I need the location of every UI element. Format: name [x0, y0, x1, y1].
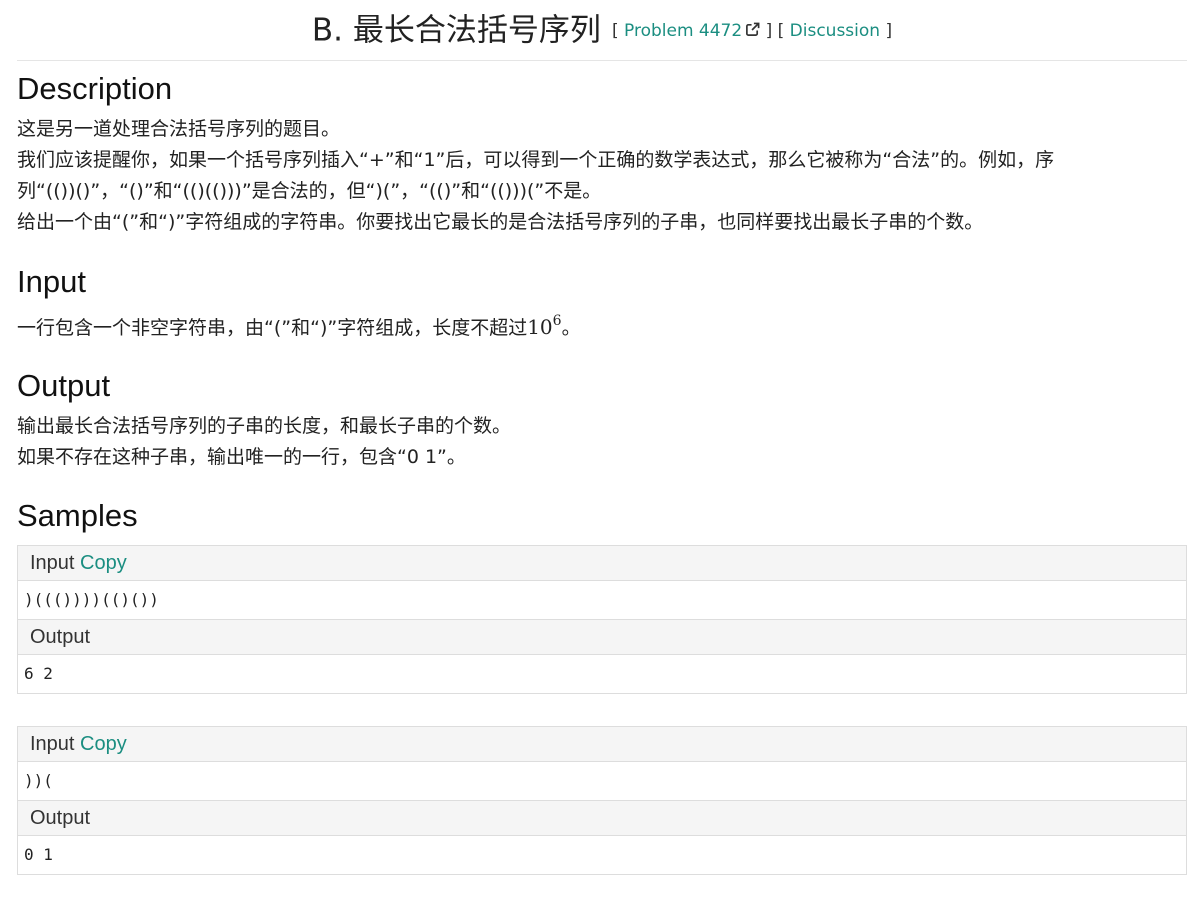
- input-text: 一行包含一个非空字符串，由“(”和“)”字符组成，长度不超过: [17, 317, 528, 339]
- samples-heading: Samples: [17, 498, 138, 533]
- output-line: 输出最长合法括号序列的子串的长度，和最长子串的个数。: [17, 415, 512, 437]
- sample-input-label: Input: [30, 552, 75, 574]
- external-link-icon: [746, 22, 760, 36]
- sample-output-header: Output: [18, 619, 1186, 655]
- sample-output: 0 1: [24, 845, 53, 864]
- input-text-end: 。: [561, 317, 581, 339]
- bracket-open: [: [611, 20, 619, 41]
- description-body: 这是另一道处理合法括号序列的题目。 我们应该提醒你，如果一个括号序列插入“+”和…: [17, 114, 1187, 238]
- sample-input: ))(: [24, 771, 53, 790]
- output-heading: Output: [17, 368, 111, 403]
- sample-input-header: Input Copy: [18, 727, 1186, 762]
- description-line: 列“(())()”，“()”和“(()(()))”是合法的，但“)(”，“(()…: [17, 180, 602, 202]
- output-body: 输出最长合法括号序列的子串的长度，和最长子串的个数。 如果不存在这种子串，输出唯…: [17, 411, 1187, 473]
- input-description: 一行包含一个非空字符串，由“(”和“)”字符组成，长度不超过106。: [17, 306, 1187, 344]
- problem-link[interactable]: Problem 4472: [624, 21, 760, 41]
- sample-panel: Input Copy ))( Output 0 1: [17, 726, 1187, 875]
- sample-input: )((())))(()()): [24, 590, 159, 609]
- sample-output-header: Output: [18, 800, 1186, 836]
- problem-title: B. 最长合法括号序列: [311, 12, 601, 49]
- output-line: 如果不存在这种子串，输出唯一的一行，包含“0 1”。: [17, 446, 466, 468]
- sample-output: 6 2: [24, 664, 53, 683]
- length-limit: 106: [527, 313, 562, 339]
- length-limit-exponent: 6: [552, 313, 562, 329]
- bracket-mid: ] [: [765, 20, 785, 41]
- length-limit-base: 10: [527, 315, 553, 339]
- problem-link-label: Problem 4472: [624, 20, 743, 41]
- sample-panel: Input Copy )((())))(()()) Output 6 2: [17, 545, 1187, 694]
- sample-input-label: Input: [30, 733, 75, 755]
- sample-input-header: Input Copy: [18, 546, 1186, 581]
- problem-links: [ Problem 4472 ] [ Discussion ]: [612, 21, 892, 41]
- problem-page: B. 最长合法括号序列 [ Problem 4472 ] [ Discussio…: [17, 0, 1187, 875]
- sample-output-label: Output: [30, 807, 91, 829]
- copy-button[interactable]: Copy: [80, 552, 127, 574]
- bracket-close: ]: [885, 20, 893, 41]
- input-heading: Input: [17, 264, 86, 299]
- copy-button[interactable]: Copy: [80, 733, 127, 755]
- description-line: 我们应该提醒你，如果一个括号序列插入“+”和“1”后，可以得到一个正确的数学表达…: [17, 149, 1055, 171]
- discussion-link[interactable]: Discussion: [790, 21, 880, 41]
- problem-header: B. 最长合法括号序列 [ Problem 4472 ] [ Discussio…: [17, 0, 1187, 61]
- description-heading: Description: [17, 71, 173, 106]
- description-line: 给出一个由“(”和“)”字符组成的字符串。你要找出它最长的是合法括号序列的子串，…: [17, 211, 984, 233]
- description-line: 这是另一道处理合法括号序列的题目。: [17, 118, 341, 140]
- sample-output-label: Output: [30, 626, 91, 648]
